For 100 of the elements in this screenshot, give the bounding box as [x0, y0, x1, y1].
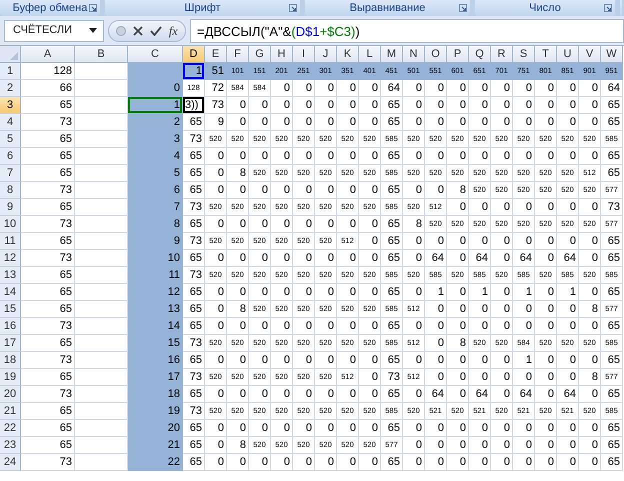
formula-input[interactable]: =ДВССЫЛ("A"&(D$1+$C3)) [190, 18, 624, 42]
table-cell: 0 [293, 148, 315, 165]
row-header[interactable]: 13 [0, 267, 21, 284]
table-cell: 0 [447, 114, 469, 131]
table-cell: 0 [579, 148, 601, 165]
table-cell: 0 [535, 199, 557, 216]
column-header[interactable]: K [337, 46, 359, 63]
row-header[interactable]: 2 [0, 80, 21, 97]
table-cell: 0 [469, 352, 491, 369]
table-cell: 0 [337, 97, 359, 114]
row-header[interactable]: 8 [0, 182, 21, 199]
dropdown-caret-icon[interactable] [89, 28, 97, 33]
row-header[interactable]: 20 [0, 386, 21, 403]
column-header[interactable]: B [75, 46, 128, 63]
dialog-launcher-icon[interactable] [459, 4, 467, 12]
table-cell: 0 [579, 97, 601, 114]
column-header[interactable]: T [535, 46, 557, 63]
column-header[interactable]: U [557, 46, 579, 63]
column-header[interactable]: J [315, 46, 337, 63]
table-cell: 0 [557, 114, 579, 131]
column-header[interactable]: N [403, 46, 425, 63]
table-cell: 65 [21, 369, 75, 386]
column-header[interactable]: F [227, 46, 249, 63]
table-cell: 9 [128, 233, 183, 250]
cancel-icon[interactable] [133, 26, 144, 36]
table-cell: 0 [271, 318, 293, 335]
dialog-launcher-icon[interactable] [289, 4, 297, 12]
column-header[interactable]: G [249, 46, 271, 63]
table-cell: 5 [128, 165, 183, 182]
table-cell: 19 [128, 403, 183, 420]
table-cell: 0 [557, 199, 579, 216]
row-header[interactable]: 11 [0, 233, 21, 250]
table-cell: 1 [557, 284, 579, 301]
table-cell: 0 [535, 318, 557, 335]
column-header[interactable]: R [491, 46, 513, 63]
table-cell: 0 [249, 318, 271, 335]
row-header[interactable]: 18 [0, 352, 21, 369]
table-cell: 0 [425, 182, 447, 199]
table-cell: 0 [513, 301, 535, 318]
row-header[interactable]: 5 [0, 131, 21, 148]
table-cell: 1 [425, 284, 447, 301]
table-cell: 65 [381, 454, 403, 471]
dialog-launcher-icon[interactable] [604, 4, 612, 12]
row-header[interactable]: 3 [0, 97, 21, 114]
column-header[interactable]: M [381, 46, 403, 63]
table-cell: 0 [293, 216, 315, 233]
column-header[interactable]: E [205, 46, 227, 63]
table-cell: 0 [535, 369, 557, 386]
table-cell: 0 [535, 437, 557, 454]
table-cell: 65 [601, 437, 623, 454]
row-header[interactable]: 10 [0, 216, 21, 233]
table-cell: 0 [249, 420, 271, 437]
row-header[interactable]: 9 [0, 199, 21, 216]
row-header[interactable]: 7 [0, 165, 21, 182]
column-header[interactable]: P [447, 46, 469, 63]
table-cell: 0 [425, 80, 447, 97]
table-cell: 0 [513, 420, 535, 437]
table-cell: 65 [183, 437, 205, 454]
column-header[interactable]: V [579, 46, 601, 63]
row-header[interactable]: 24 [0, 454, 21, 471]
column-header[interactable]: W [601, 46, 623, 63]
column-header[interactable]: C [128, 46, 183, 63]
column-header[interactable]: H [271, 46, 293, 63]
row-header[interactable]: 4 [0, 114, 21, 131]
table-cell: 64 [513, 386, 535, 403]
column-header[interactable]: O [425, 46, 447, 63]
row-header[interactable]: 21 [0, 403, 21, 420]
row-header[interactable]: 22 [0, 420, 21, 437]
table-cell: 65 [183, 454, 205, 471]
column-header[interactable]: S [513, 46, 535, 63]
table-cell: 0 [227, 97, 249, 114]
row-header[interactable]: 14 [0, 284, 21, 301]
name-box[interactable]: СЧЁТЕСЛИ [4, 20, 104, 42]
column-header[interactable]: A [21, 46, 75, 63]
table-cell: 73 [21, 114, 75, 131]
column-header[interactable]: L [359, 46, 381, 63]
column-header[interactable]: D [183, 46, 205, 63]
row-header[interactable]: 16 [0, 318, 21, 335]
row-header[interactable]: 19 [0, 369, 21, 386]
table-cell: 0 [447, 148, 469, 165]
table-cell: 0 [227, 454, 249, 471]
row-header[interactable]: 15 [0, 301, 21, 318]
insert-function-button[interactable]: fx [168, 22, 178, 40]
column-header[interactable]: Q [469, 46, 491, 63]
column-header[interactable]: I [293, 46, 315, 63]
table-cell: 0 [535, 284, 557, 301]
dialog-launcher-icon[interactable] [89, 4, 97, 12]
table-cell: 73 [21, 386, 75, 403]
table-cell: 0 [227, 352, 249, 369]
row-header[interactable]: 1 [0, 63, 21, 80]
row-header[interactable]: 12 [0, 250, 21, 267]
cell-editor[interactable]: 3)) [183, 97, 205, 114]
row-header[interactable]: 17 [0, 335, 21, 352]
check-icon[interactable] [150, 26, 162, 36]
row-header[interactable]: 23 [0, 437, 21, 454]
table-cell: 12 [128, 284, 183, 301]
row-header[interactable]: 6 [0, 148, 21, 165]
table-cell: 65 [21, 199, 75, 216]
table-cell: 0 [579, 284, 601, 301]
table-cell: 64 [513, 250, 535, 267]
